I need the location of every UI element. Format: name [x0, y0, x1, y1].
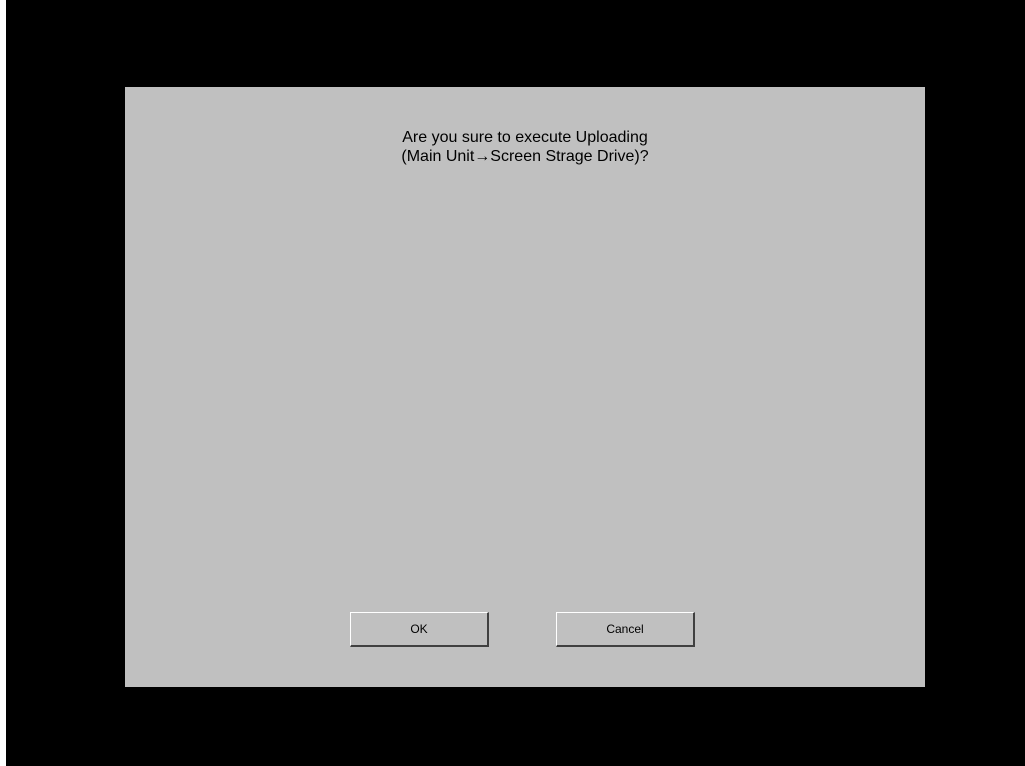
confirm-message-line-1: Are you sure to execute Uploading	[402, 129, 648, 146]
cancel-button[interactable]: Cancel	[556, 612, 695, 647]
ok-button[interactable]: OK	[350, 612, 489, 647]
confirm-dialog: Are you sure to execute Uploading (Main …	[125, 87, 925, 687]
screen-background: Are you sure to execute Uploading (Main …	[6, 0, 1025, 766]
confirm-message-line-2: (Main Unit→Screen Strage Drive)?	[401, 148, 649, 165]
confirm-message: Are you sure to execute Uploading (Main …	[125, 128, 925, 166]
